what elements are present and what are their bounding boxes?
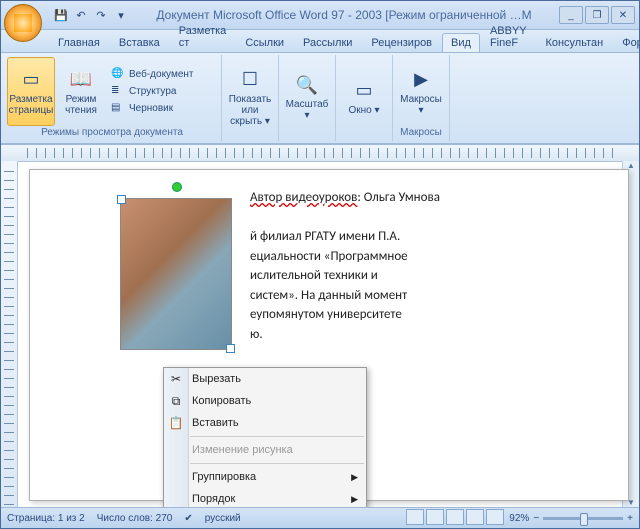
window-button[interactable]: ▭Окно ▾ (340, 57, 388, 137)
document-text: Автор видеоуроков: Ольга Умнова й филиал… (250, 188, 588, 344)
save-icon[interactable]: 💾 (53, 7, 69, 23)
show-hide-button[interactable]: ☐Показать или скрыть ▾ (226, 57, 274, 137)
copy-icon: ⧉ (168, 393, 184, 409)
reading-mode-button[interactable]: 📖Режим чтения (57, 57, 105, 126)
group-label-views: Режимы просмотра документа (7, 126, 217, 139)
tab-home[interactable]: Главная (49, 33, 109, 52)
reading-icon: 📖 (67, 68, 95, 92)
tab-consultant[interactable]: Консультан (536, 33, 612, 52)
maximize-button[interactable]: ❐ (585, 6, 609, 24)
draft-button[interactable]: ▤Черновик (107, 101, 198, 117)
quick-access-toolbar: 💾 ↶ ↷ ▾ (53, 7, 129, 23)
tab-layout[interactable]: Разметка ст (170, 21, 236, 52)
menu-order[interactable]: Порядок▶ (164, 488, 366, 507)
window-title: Документ Microsoft Office Word 97 - 2003… (129, 8, 559, 22)
vertical-ruler[interactable] (1, 161, 18, 507)
office-button[interactable] (4, 4, 42, 42)
tab-abbyy[interactable]: ABBYY FineF (481, 21, 536, 52)
horizontal-ruler[interactable] (1, 145, 639, 162)
menu-cut[interactable]: ✂Вырезать (164, 368, 366, 390)
tab-mailings[interactable]: Рассылки (294, 33, 361, 52)
print-layout-button[interactable]: ▭Разметка страницы (7, 57, 55, 126)
close-button[interactable]: ✕ (611, 6, 635, 24)
tab-format[interactable]: Формат (613, 33, 640, 52)
paste-icon: 📋 (168, 415, 184, 431)
tab-references[interactable]: Ссылки (236, 33, 293, 52)
status-bar: Страница: 1 из 2 Число слов: 270 ✔ русск… (1, 507, 639, 528)
menu-copy[interactable]: ⧉Копировать (164, 390, 366, 412)
qat-dropdown-icon[interactable]: ▾ (113, 7, 129, 23)
menu-paste[interactable]: 📋Вставить (164, 412, 366, 434)
macros-button[interactable]: ▶Макросы ▾ (397, 57, 445, 126)
status-language[interactable]: русский (205, 513, 241, 524)
undo-icon[interactable]: ↶ (73, 7, 89, 23)
status-spellcheck-icon[interactable]: ✔ (184, 513, 192, 524)
zoom-out-button[interactable]: − (533, 513, 539, 524)
outline-button[interactable]: ≣Структура (107, 84, 198, 100)
tab-insert[interactable]: Вставка (110, 33, 169, 52)
tab-view[interactable]: Вид (442, 33, 480, 52)
inserted-image[interactable] (120, 198, 232, 350)
document-area: Автор видеоуроков: Ольга Умнова й филиал… (1, 144, 639, 507)
macros-icon: ▶ (407, 68, 435, 92)
rotation-handle[interactable] (172, 182, 182, 192)
zoom-level[interactable]: 92% (509, 513, 529, 524)
minimize-button[interactable]: _ (559, 6, 583, 24)
web-layout-button[interactable]: 🌐Веб-документ (107, 67, 198, 83)
page-layout-icon: ▭ (17, 68, 45, 92)
context-menu: ✂Вырезать ⧉Копировать 📋Вставить Изменени… (163, 367, 367, 507)
zoom-icon: 🔍 (293, 73, 321, 97)
menu-edit-picture: Изменение рисунка (164, 439, 366, 461)
menu-group[interactable]: Группировка▶ (164, 466, 366, 488)
status-word-count[interactable]: Число слов: 270 (97, 513, 173, 524)
show-icon: ☐ (236, 68, 264, 92)
ribbon-tabs: Главная Вставка Разметка ст Ссылки Рассы… (1, 30, 639, 53)
status-page[interactable]: Страница: 1 из 2 (7, 513, 85, 524)
globe-icon: 🌐 (111, 68, 125, 82)
group-label-macros: Макросы (397, 126, 445, 139)
zoom-slider[interactable] (543, 517, 623, 520)
redo-icon[interactable]: ↷ (93, 7, 109, 23)
outline-icon: ≣ (111, 85, 125, 99)
ribbon: ▭Разметка страницы 📖Режим чтения 🌐Веб-до… (1, 53, 639, 144)
titlebar: 💾 ↶ ↷ ▾ Документ Microsoft Office Word 9… (1, 1, 639, 30)
zoom-button[interactable]: 🔍Масштаб ▾ (283, 57, 331, 137)
window-icon: ▭ (350, 79, 378, 103)
draft-icon: ▤ (111, 102, 125, 116)
tab-review[interactable]: Рецензиров (362, 33, 441, 52)
cut-icon: ✂ (168, 371, 184, 387)
zoom-in-button[interactable]: + (627, 513, 633, 524)
view-mode-buttons[interactable] (405, 509, 505, 528)
